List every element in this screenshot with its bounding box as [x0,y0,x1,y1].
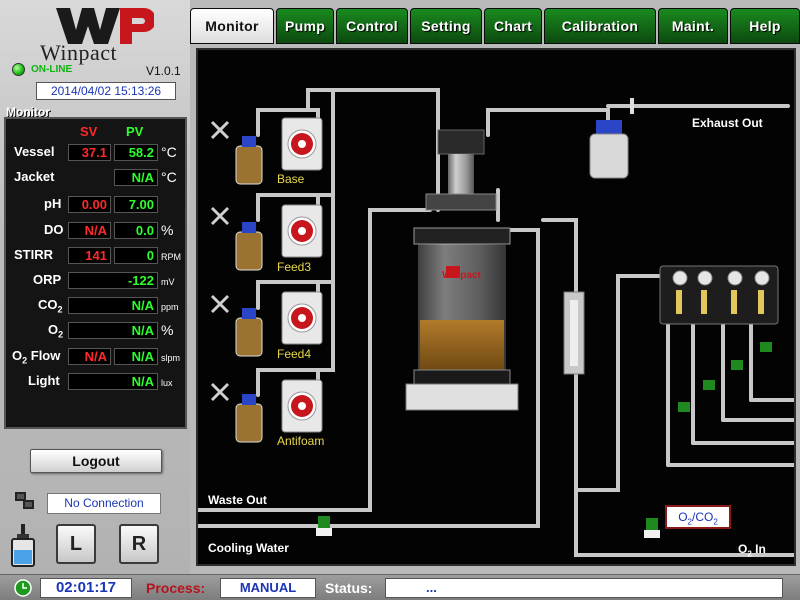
tab-monitor[interactable]: Monitor [190,8,274,44]
co2-unit: ppm [161,302,179,312]
status-value: ... [385,578,783,598]
row-label-jacket: Jacket [14,169,55,184]
row-label-o2-flow: O2 Flow [12,348,61,366]
pv-header: PV [126,124,144,139]
pump-label-base: Base [277,172,305,186]
row-label-vessel: Vessel [14,144,55,159]
pump-label-antifoam: Antifoam [277,434,325,448]
status-bar: 02:01:17 Process: MANUAL Status: ... [0,574,800,600]
o2-co2-button[interactable]: O2/CO2 [665,505,731,529]
process-value: MANUAL [220,578,316,598]
connection-status: ON-LINE [31,64,73,75]
monitor-panel: SV PV Vessel 37.1 58.2 °C Jacket N/A °C … [4,117,187,429]
online-indicator: ON-LINE [12,63,72,76]
gas-manifold [659,265,779,325]
o2-flow-pv: N/A [114,348,158,365]
row-label-light: Light [28,373,60,388]
do-pv: 0.0 [114,222,158,239]
co2-pv: N/A [68,297,158,314]
vessel-pv: 58.2 [114,144,158,161]
row-label-co2: CO2 [38,297,63,315]
waste-out-label: Waste Out [208,493,267,507]
vessel-brand-label: Winpact [442,270,481,281]
vessel-sv: 37.1 [68,144,111,161]
stirr-pv: 0 [114,247,158,264]
row-label-ph: pH [44,196,62,211]
o2-flow-sv: N/A [68,348,111,365]
orp-pv: -122 [68,272,158,289]
light-pv: N/A [68,373,158,390]
pump-label-feed3: Feed3 [277,260,312,274]
do-unit: % [161,222,174,238]
connection-field: No Connection [47,493,161,514]
row-label-o2: O2 [48,322,64,340]
row-label-do: DO [44,222,64,237]
stirr-sv: 141 [68,247,111,264]
ph-sv: 0.00 [68,196,111,213]
tab-setting[interactable]: Setting [410,8,482,44]
o2-pv: N/A [68,322,158,339]
jacket-pv: N/A [114,169,158,186]
stirr-unit: RPM [161,252,181,262]
row-label-orp: ORP [33,272,62,287]
left-panel: Winpact ON-LINE V1.0.1 2014/04/02 15:13:… [0,0,190,574]
tab-pump[interactable]: Pump [276,8,334,44]
clock-icon [14,579,32,597]
tab-control[interactable]: Control [336,8,408,44]
process-label: Process: [146,580,206,596]
peristaltic-pumps [281,117,323,433]
tab-maint[interactable]: Maint. [658,8,728,44]
pump-label-feed4: Feed4 [277,347,312,361]
row-label-stirr: STIRR [14,247,53,262]
tab-calibration[interactable]: Calibration [544,8,656,44]
right-button[interactable]: R [119,524,159,564]
orp-unit: mV [161,277,175,287]
cooling-water-label: Cooling Water [208,541,289,555]
network-icon [15,492,34,509]
o2-unit: % [161,322,174,338]
ph-pv: 7.00 [114,196,158,213]
tab-help[interactable]: Help [730,8,800,44]
datetime-display: 2014/04/02 15:13:26 [36,82,176,100]
rotameter [563,291,585,375]
vessel-unit: °C [161,144,177,160]
left-button[interactable]: L [56,524,96,564]
o2-in-label: O2 In [738,542,766,559]
logout-button[interactable]: Logout [30,449,162,473]
vessel-icon [11,524,35,567]
tab-chart[interactable]: Chart [484,8,542,44]
main-tabs: Monitor Pump Control Setting Chart Calib… [190,8,800,46]
sv-header: SV [80,124,98,139]
run-timer: 02:01:17 [40,578,132,598]
jacket-unit: °C [161,169,177,185]
do-sv: N/A [68,222,111,239]
o2-flow-unit: slpm [161,353,181,363]
version-label: V1.0.1 [146,64,181,78]
process-diagram: Exhaust Out Waste Out Cooling Water O2 I… [196,48,796,566]
light-unit: lux [161,378,173,388]
exhaust-out-label: Exhaust Out [692,116,763,130]
status-label: Status: [325,580,373,596]
status-led-icon [12,63,25,76]
